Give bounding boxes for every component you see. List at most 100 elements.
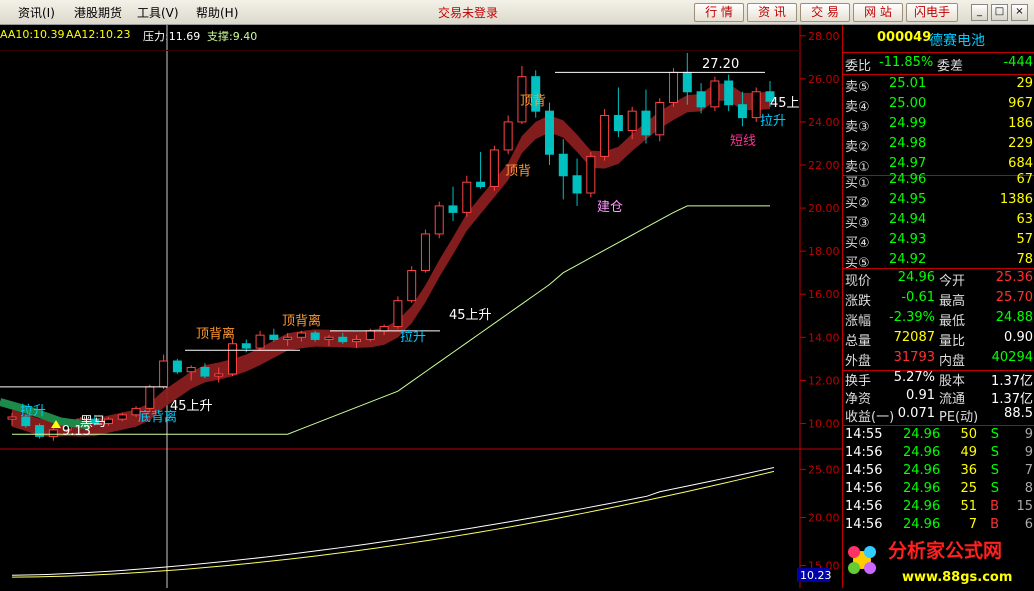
weibi-label: 委比 bbox=[845, 59, 872, 74]
bid-label: 买② bbox=[845, 196, 870, 211]
candles bbox=[7, 53, 775, 441]
tick-count: 15 bbox=[1016, 499, 1033, 514]
bid-volume: 67 bbox=[1016, 172, 1033, 187]
candle bbox=[476, 152, 486, 189]
sub-line-yellow bbox=[11, 470, 775, 578]
stat-value: 88.5 bbox=[1004, 406, 1033, 421]
candle bbox=[489, 145, 499, 191]
chart-label: 拉升 bbox=[760, 114, 786, 129]
chart-label: 底背离 bbox=[138, 409, 177, 425]
kline-chart[interactable]: 顶背离顶背离顶背顶背45上升45上升45上拉升拉升拉升短线建仓黑马 底背离9.13… bbox=[0, 25, 842, 588]
tick-price: 24.96 bbox=[903, 427, 941, 442]
price-tick: 22.00 bbox=[808, 159, 840, 172]
chart-label: 顶背离 bbox=[196, 326, 235, 342]
stat-value: -0.61 bbox=[901, 290, 935, 305]
chart-label: 顶背 bbox=[505, 164, 531, 179]
price-tick: 14.00 bbox=[808, 331, 840, 344]
stat-value: 72087 bbox=[893, 330, 935, 345]
stat-value: -2.39% bbox=[889, 310, 935, 325]
tick-price: 24.96 bbox=[903, 499, 941, 514]
menu-item-help[interactable]: 帮助(H) bbox=[196, 4, 238, 21]
tick-time: 14:56 bbox=[845, 445, 883, 460]
bid-price: 24.95 bbox=[889, 192, 927, 207]
tick-time: 14:56 bbox=[845, 499, 883, 514]
price-tick: 10.00 bbox=[808, 417, 840, 430]
bid-row: 买① 24.96 67 bbox=[843, 171, 1034, 191]
website-button[interactable]: 网 站 bbox=[853, 3, 903, 22]
tick-volume: 7 bbox=[968, 517, 977, 532]
candle bbox=[503, 115, 513, 155]
chart-label: 45上 bbox=[770, 96, 800, 111]
ma-band-fill bbox=[12, 83, 770, 437]
price-tick: 20.00 bbox=[808, 202, 840, 215]
tick-time: 14:56 bbox=[845, 517, 883, 532]
ask-label: 卖③ bbox=[845, 120, 870, 135]
stock-code: 000049 bbox=[877, 30, 932, 45]
stat-row: 涨幅 -2.39% 最低 24.88 bbox=[843, 309, 1034, 329]
ask-price: 24.98 bbox=[889, 136, 927, 151]
sub-tick: 20.00 bbox=[808, 512, 840, 525]
stat-value: 24.88 bbox=[995, 310, 1033, 325]
bid-label: 买③ bbox=[845, 216, 870, 231]
tick-row: 14:56 24.96 51 B 15 bbox=[843, 498, 1034, 518]
candle bbox=[255, 330, 265, 351]
minimize-icon[interactable]: _ bbox=[971, 4, 988, 21]
ask-volume: 684 bbox=[1008, 156, 1033, 171]
flash-trade-button[interactable]: 闪电手 bbox=[906, 3, 958, 22]
bid-volume: 1386 bbox=[999, 192, 1033, 207]
menu-bar: 资讯(I) 港股期货 工具(V) 帮助(H) 交易未登录 行 情 资 讯 交 易… bbox=[0, 0, 1034, 25]
ask-volume: 186 bbox=[1008, 116, 1033, 131]
tick-price: 24.96 bbox=[903, 517, 941, 532]
weicha-label: 委差 bbox=[937, 59, 964, 74]
support-line bbox=[12, 205, 770, 435]
candle bbox=[448, 186, 458, 221]
stat-label: 内盘 bbox=[939, 354, 966, 369]
candle bbox=[724, 74, 734, 112]
stat-value: 5.27% bbox=[893, 370, 935, 385]
tick-volume: 49 bbox=[960, 445, 977, 460]
weicha-value: -444 bbox=[1003, 55, 1033, 70]
ask-label: 卖② bbox=[845, 140, 870, 155]
logo-url: www.88gs.com bbox=[902, 570, 1012, 585]
maximize-icon[interactable]: □ bbox=[991, 4, 1008, 21]
stat-value: 31793 bbox=[893, 350, 935, 365]
news-button[interactable]: 资 讯 bbox=[747, 3, 797, 22]
quotes-button[interactable]: 行 情 bbox=[694, 3, 744, 22]
candle bbox=[407, 266, 417, 303]
ask-label: 卖⑤ bbox=[845, 80, 870, 95]
close-icon[interactable]: × bbox=[1011, 4, 1028, 21]
stat-label: 今开 bbox=[939, 274, 966, 289]
stat2-row: 换手 5.27% 股本 1.37亿 bbox=[843, 369, 1034, 389]
tick-volume: 51 bbox=[960, 499, 977, 514]
tick-count: 9 bbox=[1024, 427, 1033, 442]
sub-chart bbox=[11, 467, 775, 578]
candle bbox=[228, 339, 238, 377]
trade-button[interactable]: 交 易 bbox=[800, 3, 850, 22]
bid-volume: 78 bbox=[1016, 252, 1033, 267]
sub-line-white bbox=[11, 467, 775, 576]
candle bbox=[710, 76, 720, 112]
bid-label: 买④ bbox=[845, 236, 870, 251]
ask-volume: 967 bbox=[1008, 96, 1033, 111]
candle bbox=[669, 68, 679, 107]
stat-row: 现价 24.96 今开 25.36 bbox=[843, 269, 1034, 289]
menu-item-tools[interactable]: 工具(V) bbox=[137, 4, 179, 21]
stat-row: 总量 72087 量比 0.90 bbox=[843, 329, 1034, 349]
stat-label: 最低 bbox=[939, 314, 966, 329]
tick-price: 24.96 bbox=[903, 481, 941, 496]
tick-side: S bbox=[990, 463, 999, 478]
tick-volume: 50 bbox=[960, 427, 977, 442]
menu-item-hk-futures[interactable]: 港股期货 bbox=[74, 4, 122, 21]
price-tick: 26.00 bbox=[808, 73, 840, 86]
bid-label: 买① bbox=[845, 176, 870, 191]
stat-label: 量比 bbox=[939, 334, 966, 349]
candle bbox=[655, 98, 665, 142]
tick-price: 24.96 bbox=[903, 463, 941, 478]
ask-price: 25.00 bbox=[889, 96, 927, 111]
price-axis: 28.00 26.00 24.00 22.00 20.00 18.00 16.00 14.00… bbox=[797, 30, 840, 582]
stat2-row: 净资 0.91 流通 1.37亿 bbox=[843, 387, 1034, 407]
candle bbox=[572, 158, 582, 206]
chart-label: 拉升 bbox=[20, 404, 46, 419]
chart-label: 拉升 bbox=[400, 330, 426, 345]
menu-item-news[interactable]: 资讯(I) bbox=[18, 4, 55, 21]
